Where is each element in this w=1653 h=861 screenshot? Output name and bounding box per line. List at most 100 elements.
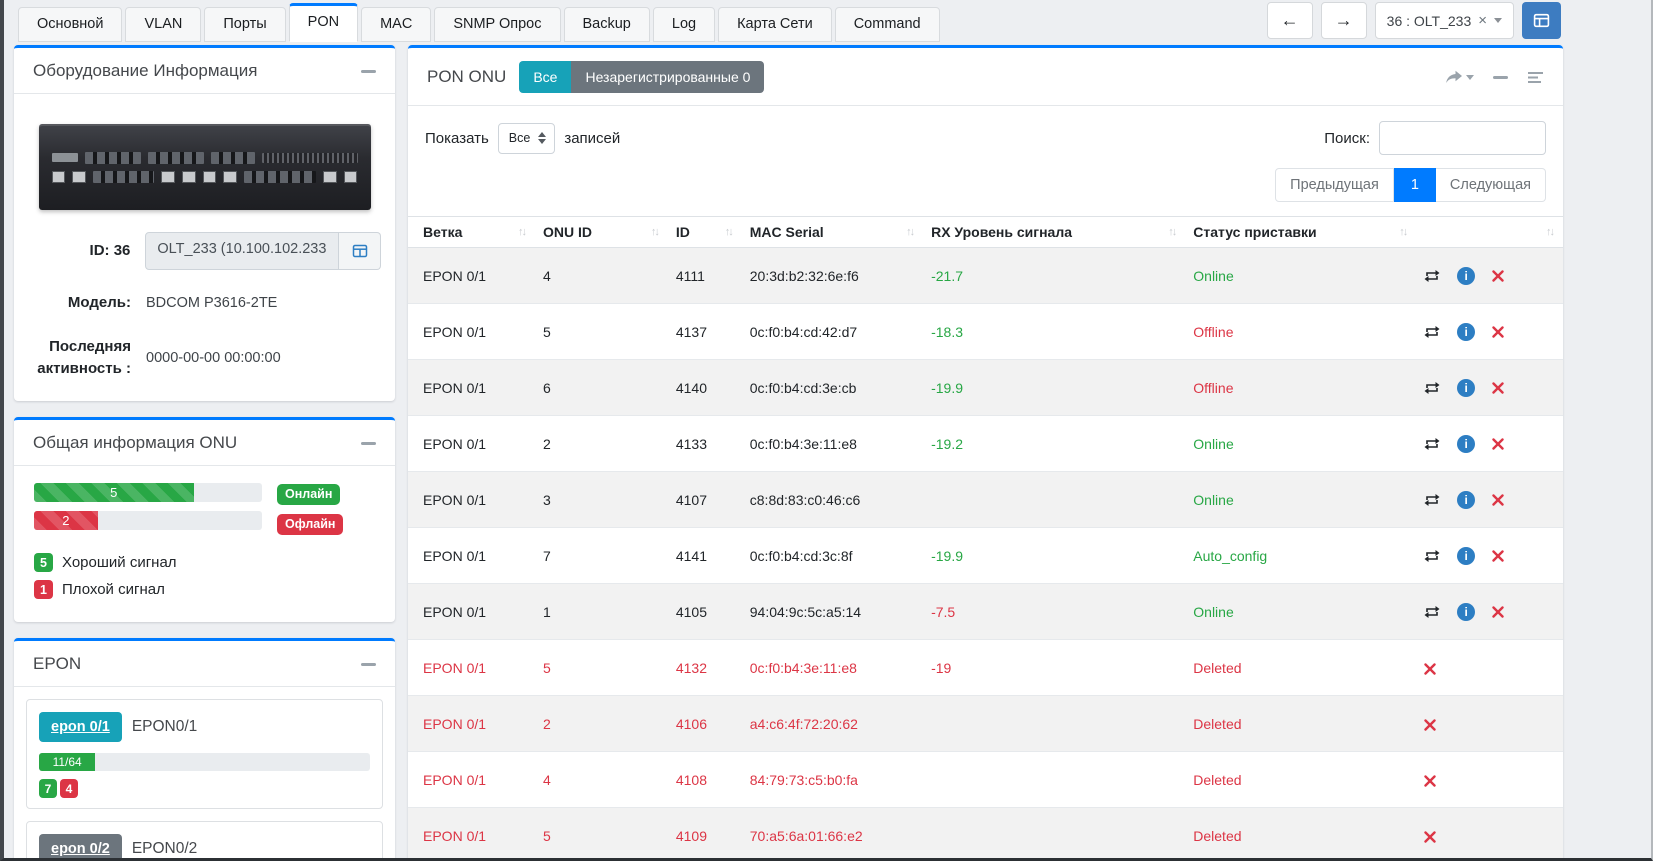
cell-branch: EPON 0/1 [408,696,535,752]
reregister-icon[interactable] [1424,549,1440,563]
cell-mac: c8:8d:83:c0:46:c6 [742,472,923,528]
tab-command[interactable]: Command [835,7,940,42]
device-name-button[interactable]: OLT_233 (10.100.102.233 [145,232,339,270]
info-icon[interactable]: i [1457,323,1475,341]
table-row: EPON 0/1 6 4140 0c:f0:b4:cd:3e:cb -19.9 … [408,360,1563,416]
device-select[interactable]: 36 : OLT_233 × [1375,2,1514,39]
epon-port-name: EPON0/1 [132,718,197,736]
reregister-icon[interactable] [1424,269,1440,283]
good-signal-label: Хороший сигнал [62,554,177,571]
content-area: Оборудование Информация ID: 36 OLT_233 (… [4,42,1651,861]
cell-id: 4105 [668,584,742,640]
header-rx[interactable]: RX Уровень сигнала↑↓ [923,217,1185,248]
filter-unregistered-button[interactable]: Незарегистрированные 0 [571,61,764,93]
clear-icon[interactable]: × [1478,12,1487,29]
cell-branch: EPON 0/1 [408,304,535,360]
info-icon[interactable]: i [1457,267,1475,285]
header-onu-id[interactable]: ONU ID↑↓ [535,217,668,248]
next-device-button[interactable]: → [1321,2,1367,39]
cell-status: Online [1185,584,1416,640]
delete-icon[interactable] [1492,550,1504,562]
model-value: BDCOM P3616-2TE [146,295,277,311]
search-input[interactable] [1379,121,1546,155]
collapse-icon[interactable] [361,442,376,445]
delete-icon[interactable] [1424,719,1436,731]
delete-icon[interactable] [1492,606,1504,618]
cell-id: 4111 [668,248,742,304]
delete-icon[interactable] [1492,326,1504,338]
reregister-icon[interactable] [1424,381,1440,395]
epon-0-1-button[interactable]: epon 0/1 [39,712,122,742]
info-icon[interactable]: i [1457,547,1475,565]
reregister-icon[interactable] [1424,493,1440,507]
online-progressbar: 5 [34,483,262,502]
collapse-icon[interactable] [1493,76,1508,79]
tab-pon[interactable]: PON [289,3,358,42]
tab-ports[interactable]: Порты [204,7,285,42]
share-dropdown-button[interactable] [1444,70,1474,85]
delete-icon[interactable] [1424,831,1436,843]
epon-panel-header: EPON [14,641,395,687]
reregister-icon[interactable] [1424,325,1440,339]
collapse-icon[interactable] [361,70,376,73]
header-actions[interactable]: ↑↓ [1416,217,1563,248]
header-branch[interactable]: Ветка↑↓ [408,217,535,248]
header-id[interactable]: ID↑↓ [668,217,742,248]
cell-actions [1416,808,1563,861]
cell-onu-id: 3 [535,472,668,528]
tab-snmp[interactable]: SNMP Опрос [434,7,560,42]
info-icon[interactable]: i [1457,435,1475,453]
arrow-left-icon: ← [1281,10,1299,31]
cell-branch: EPON 0/1 [408,584,535,640]
cell-mac: 94:04:9c:5c:a5:14 [742,584,923,640]
pagination-next-button[interactable]: Следующая [1436,168,1546,202]
table-row: EPON 0/1 4 4111 20:3d:b2:32:6e:f6 -21.7 … [408,248,1563,304]
sort-icon: ↑↓ [1168,226,1177,238]
tab-network-map[interactable]: Карта Сети [718,7,832,42]
tab-main[interactable]: Основной [18,7,122,42]
delete-icon[interactable] [1492,438,1504,450]
reregister-icon[interactable] [1424,605,1440,619]
device-table-button[interactable] [339,232,381,270]
tab-log[interactable]: Log [653,7,715,42]
page-size-select[interactable]: Все [498,123,556,154]
prev-device-button[interactable]: ← [1267,2,1313,39]
delete-icon[interactable] [1492,270,1504,282]
delete-icon[interactable] [1424,663,1436,675]
tab-vlan[interactable]: VLAN [125,7,201,42]
table-icon [352,243,368,259]
sort-icon: ↑↓ [651,226,660,238]
info-icon[interactable]: i [1457,603,1475,621]
info-icon[interactable]: i [1457,491,1475,509]
cell-branch: EPON 0/1 [408,808,535,861]
device-list-button[interactable] [1522,2,1561,39]
filter-all-button[interactable]: Все [519,61,571,93]
pagination-prev-button[interactable]: Предыдущая [1275,168,1394,202]
device-id-row: ID: 36 OLT_233 (10.100.102.233 [28,232,381,270]
cell-branch: EPON 0/1 [408,528,535,584]
align-left-icon[interactable] [1527,71,1544,84]
info-icon[interactable]: i [1457,379,1475,397]
epon-port-card: epon 0/1 EPON0/1 11/64 7 4 [26,699,383,809]
cell-status: Deleted [1185,696,1416,752]
cell-status: Offline [1185,304,1416,360]
header-mac[interactable]: MAC Serial↑↓ [742,217,923,248]
reregister-icon[interactable] [1424,437,1440,451]
delete-icon[interactable] [1424,775,1436,787]
last-activity-label: Последняя активность : [28,336,146,380]
epon-0-2-button[interactable]: epon 0/2 [39,834,122,861]
tab-mac[interactable]: MAC [361,7,431,42]
device-photo [14,94,395,232]
onu-summary-panel: Общая информация ONU 5 2 Онлайн Оф [14,417,395,622]
header-status[interactable]: Статус приставки↑↓ [1185,217,1416,248]
tab-backup[interactable]: Backup [564,7,650,42]
good-signal-row: 5 Хороший сигнал [34,553,375,572]
records-label: записей [564,130,620,147]
cell-rx [923,472,1185,528]
cell-branch: EPON 0/1 [408,248,535,304]
delete-icon[interactable] [1492,382,1504,394]
delete-icon[interactable] [1492,494,1504,506]
pagination-page-1[interactable]: 1 [1394,168,1436,202]
tab-bar: Основной VLAN Порты PON MAC SNMP Опрос B… [18,3,943,42]
collapse-icon[interactable] [361,663,376,666]
